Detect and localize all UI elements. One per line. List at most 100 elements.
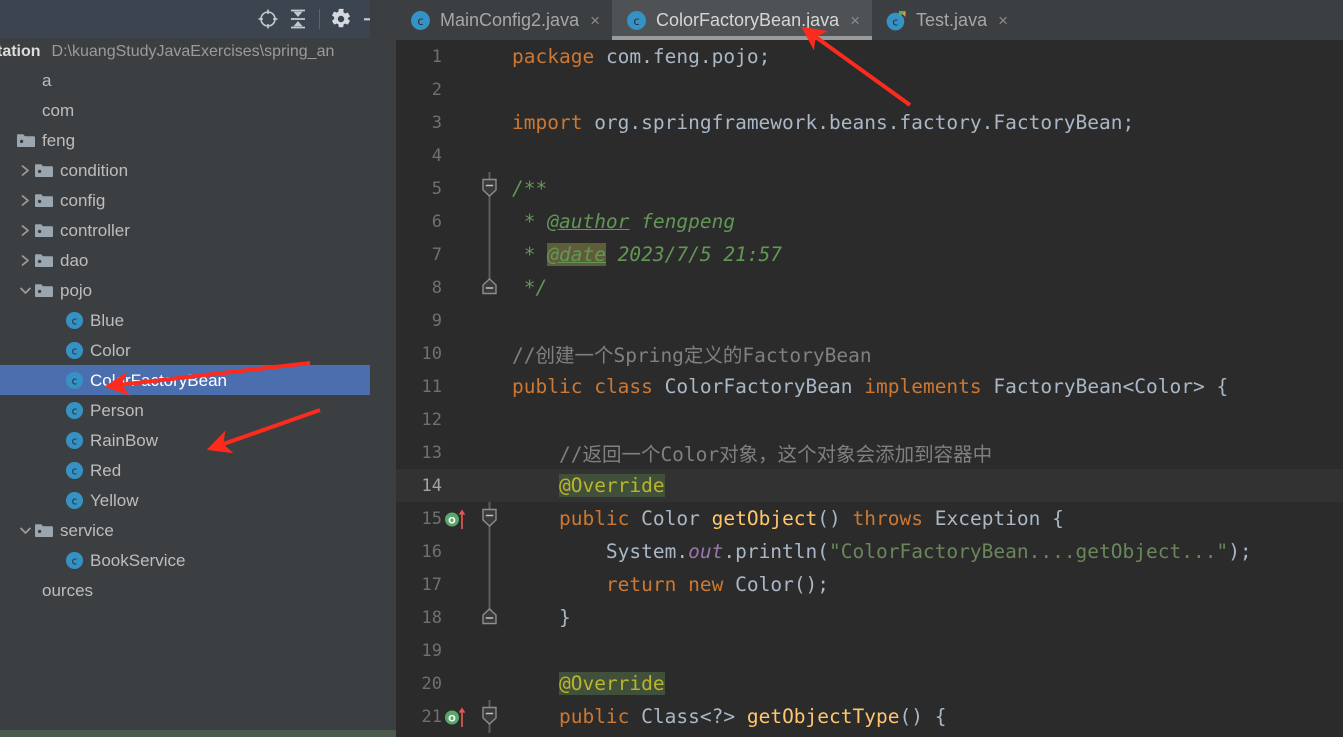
code-editor[interactable]: 1 package com.feng.pojo; 2 3 import org.spri… xyxy=(396,40,1343,737)
tree-item-blue[interactable]: c Blue xyxy=(0,305,396,335)
chevron-down-icon[interactable] xyxy=(18,525,33,536)
code-line-text: //返回一个Color对象，这个对象会添加到容器中 xyxy=(506,438,992,467)
tree-item-label: com xyxy=(42,100,75,120)
code-line[interactable]: 5 /** xyxy=(396,172,1343,205)
fold-region-line[interactable] xyxy=(472,238,506,271)
chevron-right-icon[interactable] xyxy=(18,194,33,207)
code-line[interactable]: 6 * @author fengpeng xyxy=(396,205,1343,238)
close-icon[interactable]: × xyxy=(850,12,860,29)
implementing-method-icon[interactable]: O xyxy=(442,706,472,728)
fold-start-icon[interactable] xyxy=(472,172,506,205)
tree-item-color[interactable]: c Color xyxy=(0,335,396,365)
code-line[interactable]: 17 return new Color(); xyxy=(396,568,1343,601)
fold-end-icon[interactable] xyxy=(472,601,506,634)
tree-item-service[interactable]: service xyxy=(0,515,396,545)
editor-tab-test-java[interactable]: c Test.java × xyxy=(872,0,1021,40)
code-line[interactable]: 11 public class ColorFactoryBean implemen… xyxy=(396,370,1343,403)
code-line[interactable]: 12 xyxy=(396,403,1343,436)
tree-item-label: BookService xyxy=(90,550,186,570)
java-class-icon: c xyxy=(65,551,83,569)
code-line[interactable]: 9 xyxy=(396,304,1343,337)
editor-tab-label: Test.java xyxy=(916,10,988,30)
folder-icon xyxy=(33,222,55,239)
collapse-all-icon[interactable] xyxy=(283,4,313,34)
code-line[interactable]: 4 xyxy=(396,139,1343,172)
chevron-right-icon[interactable] xyxy=(18,254,33,267)
code-token: Exception xyxy=(934,507,1041,530)
folder-icon xyxy=(35,253,53,267)
tree-item-person[interactable]: c Person xyxy=(0,395,396,425)
locate-icon[interactable] xyxy=(253,4,283,34)
chevron-down-icon[interactable] xyxy=(18,285,33,296)
chevron-down-icon xyxy=(20,287,31,294)
fold-end-icon[interactable] xyxy=(472,271,506,304)
folder-icon xyxy=(33,282,55,299)
code-token: System. xyxy=(512,540,689,563)
editor-tab-mainconfig2-java[interactable]: c MainConfig2.java × xyxy=(396,0,613,40)
code-line[interactable]: 15 O public Color getObject() throws Exc… xyxy=(396,502,1343,535)
implementing-method-icon[interactable]: O xyxy=(442,508,472,530)
tree-item-label: config xyxy=(60,190,106,210)
chevron-right-icon[interactable] xyxy=(18,164,33,177)
code-token: Class<?> xyxy=(641,705,736,728)
chevron-right-icon[interactable] xyxy=(18,224,33,237)
project-tree[interactable]: a com feng condition config controller da… xyxy=(0,65,396,730)
fold-region-line[interactable] xyxy=(472,205,506,238)
line-number: 5 xyxy=(431,178,442,199)
close-icon[interactable]: × xyxy=(590,12,600,29)
code-line[interactable]: 20 @Override xyxy=(396,667,1343,700)
tree-item-pojo[interactable]: pojo xyxy=(0,275,396,305)
svg-text:c: c xyxy=(71,405,77,417)
code-line[interactable]: 14 @Override xyxy=(396,469,1343,502)
tree-item-dao[interactable]: dao xyxy=(0,245,396,275)
tree-item-bookservice[interactable]: c BookService xyxy=(0,545,396,575)
code-token: @Override xyxy=(558,474,665,497)
fold-region-line[interactable] xyxy=(472,535,506,568)
fold-region-line[interactable] xyxy=(472,568,506,601)
line-number: 20 xyxy=(421,673,442,694)
code-line[interactable]: 8 */ xyxy=(396,271,1343,304)
fold-end-icon xyxy=(481,271,497,295)
editor-tab-colorfactorybean-java[interactable]: c ColorFactoryBean.java × xyxy=(612,0,873,40)
tree-item-red[interactable]: c Red xyxy=(0,455,396,485)
tree-item-label: dao xyxy=(60,250,89,270)
tree-item-ources[interactable]: ources xyxy=(0,575,396,605)
code-line[interactable]: 2 xyxy=(396,73,1343,106)
svg-text:c: c xyxy=(71,345,77,357)
line-number: 6 xyxy=(431,211,442,232)
tree-item-condition[interactable]: condition xyxy=(0,155,396,185)
tree-item-colorfactorybean[interactable]: c ColorFactoryBean xyxy=(0,365,396,395)
tree-item-a[interactable]: a xyxy=(0,65,396,95)
line-number: 16 xyxy=(421,541,442,562)
editor-tabs[interactable]: c MainConfig2.java × c ColorFactoryBean.j… xyxy=(396,0,1343,40)
code-token: FactoryBean<Color> { xyxy=(993,375,1229,398)
code-line-text: public class ColorFactoryBean implements… xyxy=(506,375,1228,398)
code-token: "ColorFactoryBean....getObject..." xyxy=(829,540,1229,563)
tree-item-feng[interactable]: feng xyxy=(0,125,396,155)
code-line[interactable]: 10 //创建一个Spring定义的FactoryBean xyxy=(396,337,1343,370)
code-line[interactable]: 18 } xyxy=(396,601,1343,634)
java-runnable-icon: c xyxy=(886,10,906,30)
code-line[interactable]: 13 //返回一个Color对象，这个对象会添加到容器中 xyxy=(396,436,1343,469)
code-line[interactable]: 3 import org.springframework.beans.factor… xyxy=(396,106,1343,139)
close-icon[interactable]: × xyxy=(998,12,1008,29)
code-line[interactable]: 7 * @date 2023/7/5 21:57 xyxy=(396,238,1343,271)
tree-item-config[interactable]: config xyxy=(0,185,396,215)
line-number: 10 xyxy=(421,343,442,364)
code-line[interactable]: 19 xyxy=(396,634,1343,667)
settings-gear-icon[interactable] xyxy=(326,4,356,34)
fold-start-icon[interactable] xyxy=(472,502,506,535)
tree-item-com[interactable]: com xyxy=(0,95,396,125)
line-number: 15 xyxy=(421,508,442,529)
code-line[interactable]: 1 package com.feng.pojo; xyxy=(396,40,1343,73)
tree-item-yellow[interactable]: c Yellow xyxy=(0,485,396,515)
code-line[interactable]: 16 System.out.println("ColorFactoryBean.… xyxy=(396,535,1343,568)
tree-item-rainbow[interactable]: c RainBow xyxy=(0,425,396,455)
fold-start-icon[interactable] xyxy=(472,700,506,733)
tree-item-controller[interactable]: controller xyxy=(0,215,396,245)
code-token: com.feng.pojo xyxy=(605,45,759,68)
code-line[interactable]: 21 O public Class<?> getObjectType() { xyxy=(396,700,1343,733)
